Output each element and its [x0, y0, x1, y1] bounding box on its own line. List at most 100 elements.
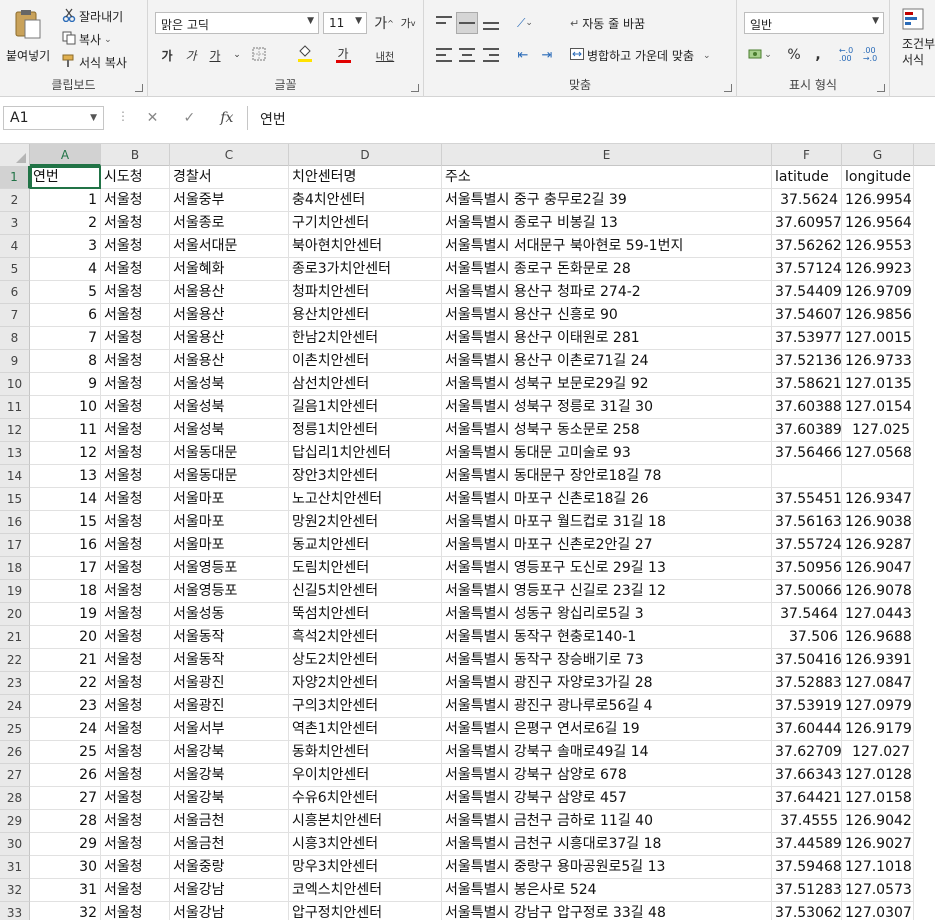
cell-e26[interactable]: 서울특별시 강북구 솔매로49길 14 [442, 741, 772, 764]
cell-b22[interactable]: 서울청 [101, 649, 170, 672]
cell-c1[interactable]: 경찰서 [170, 166, 289, 189]
formula-input[interactable]: 연번 [247, 106, 935, 130]
cell-d30[interactable]: 시흥3치안센터 [289, 833, 442, 856]
cell-c18[interactable]: 서울영등포 [170, 557, 289, 580]
cell-c26[interactable]: 서울강북 [170, 741, 289, 764]
cell-b7[interactable]: 서울청 [101, 304, 170, 327]
cell-b15[interactable]: 서울청 [101, 488, 170, 511]
font-size-combo[interactable]: 11 ▼ [323, 12, 367, 34]
cell-d17[interactable]: 동교치안센터 [289, 534, 442, 557]
cell-g4[interactable]: 126.9553 [842, 235, 914, 258]
phonetic-button[interactable]: 내천 [374, 44, 396, 66]
column-header-f[interactable]: F [772, 144, 842, 166]
cell-a7[interactable]: 6 [30, 304, 101, 327]
cell-g10[interactable]: 127.0135 [842, 373, 914, 396]
font-color-button[interactable]: 가 [332, 44, 354, 66]
cell-b12[interactable]: 서울청 [101, 419, 170, 442]
clipboard-launcher-icon[interactable] [135, 84, 143, 92]
cell-b2[interactable]: 서울청 [101, 189, 170, 212]
cell-d24[interactable]: 구의3치안센터 [289, 695, 442, 718]
cell-a14[interactable]: 13 [30, 465, 101, 488]
cell-g27[interactable]: 127.0128 [842, 764, 914, 787]
cell-g25[interactable]: 126.9179 [842, 718, 914, 741]
row-header[interactable]: 18 [0, 557, 30, 580]
cell-c2[interactable]: 서울중부 [170, 189, 289, 212]
alignment-launcher-icon[interactable] [724, 84, 732, 92]
cell-f9[interactable]: 37.52136 [772, 350, 842, 373]
column-header-g[interactable]: G [842, 144, 914, 166]
cell-b23[interactable]: 서울청 [101, 672, 170, 695]
cell-b28[interactable]: 서울청 [101, 787, 170, 810]
number-format-combo[interactable]: 일반 ▼ [744, 12, 884, 34]
cell-c7[interactable]: 서울용산 [170, 304, 289, 327]
cell-b31[interactable]: 서울청 [101, 856, 170, 879]
cell-f18[interactable]: 37.50956 [772, 557, 842, 580]
decrease-decimal-button[interactable]: .00 →.0 [859, 44, 881, 66]
cell-e17[interactable]: 서울특별시 마포구 신촌로2안길 27 [442, 534, 772, 557]
row-header[interactable]: 14 [0, 465, 30, 488]
font-launcher-icon[interactable] [411, 84, 419, 92]
decrease-indent-button[interactable]: ⇤ [512, 44, 534, 66]
cell-c24[interactable]: 서울광진 [170, 695, 289, 718]
row-header[interactable]: 5 [0, 258, 30, 281]
cell-f19[interactable]: 37.50066 [772, 580, 842, 603]
cell-c27[interactable]: 서울강북 [170, 764, 289, 787]
cell-e33[interactable]: 서울특별시 강남구 압구정로 33길 48 [442, 902, 772, 920]
format-painter-button[interactable]: 서식 복사 [62, 54, 127, 71]
align-left-button[interactable] [433, 44, 455, 66]
cell-g8[interactable]: 127.0015 [842, 327, 914, 350]
cell-g6[interactable]: 126.9709 [842, 281, 914, 304]
cell-c14[interactable]: 서울동대문 [170, 465, 289, 488]
cell-g5[interactable]: 126.9923 [842, 258, 914, 281]
increase-decimal-button[interactable]: ←.0.00 [835, 44, 857, 66]
cell-e24[interactable]: 서울특별시 광진구 광나루로56길 4 [442, 695, 772, 718]
cell-g11[interactable]: 127.0154 [842, 396, 914, 419]
cell-c17[interactable]: 서울마포 [170, 534, 289, 557]
cell-d33[interactable]: 압구정치안센터 [289, 902, 442, 920]
cell-g24[interactable]: 127.0979 [842, 695, 914, 718]
cell-a15[interactable]: 14 [30, 488, 101, 511]
cell-f14[interactable] [772, 465, 842, 488]
cell-f33[interactable]: 37.53062 [772, 902, 842, 920]
italic-button[interactable]: 가 [180, 44, 202, 66]
cell-a6[interactable]: 5 [30, 281, 101, 304]
cell-b5[interactable]: 서울청 [101, 258, 170, 281]
cell-a22[interactable]: 21 [30, 649, 101, 672]
cell-e1[interactable]: 주소 [442, 166, 772, 189]
cell-e7[interactable]: 서울특별시 용산구 신흥로 90 [442, 304, 772, 327]
number-launcher-icon[interactable] [877, 84, 885, 92]
column-header-b[interactable]: B [101, 144, 170, 166]
cell-c25[interactable]: 서울서부 [170, 718, 289, 741]
row-header[interactable]: 30 [0, 833, 30, 856]
cell-f11[interactable]: 37.60388 [772, 396, 842, 419]
cell-a5[interactable]: 4 [30, 258, 101, 281]
cell-c19[interactable]: 서울영등포 [170, 580, 289, 603]
enter-icon[interactable]: ✓ [183, 110, 195, 126]
cell-d29[interactable]: 시흥본치안센터 [289, 810, 442, 833]
cell-g23[interactable]: 127.0847 [842, 672, 914, 695]
cell-c15[interactable]: 서울마포 [170, 488, 289, 511]
cell-d2[interactable]: 충4치안센터 [289, 189, 442, 212]
font-name-combo[interactable]: 맑은 고딕 ▼ [155, 12, 319, 34]
cell-c33[interactable]: 서울강남 [170, 902, 289, 920]
cell-a23[interactable]: 22 [30, 672, 101, 695]
cell-a30[interactable]: 29 [30, 833, 101, 856]
cell-b26[interactable]: 서울청 [101, 741, 170, 764]
cell-a4[interactable]: 3 [30, 235, 101, 258]
cell-g18[interactable]: 126.9047 [842, 557, 914, 580]
insert-function-icon[interactable]: fx [220, 110, 233, 126]
cell-b11[interactable]: 서울청 [101, 396, 170, 419]
cell-a2[interactable]: 1 [30, 189, 101, 212]
underline-button[interactable]: 가 [204, 44, 226, 66]
cell-a12[interactable]: 11 [30, 419, 101, 442]
accounting-format-button[interactable]: ⌄ [745, 44, 775, 66]
cell-a27[interactable]: 26 [30, 764, 101, 787]
row-header[interactable]: 16 [0, 511, 30, 534]
column-header-a[interactable]: A [30, 144, 101, 166]
increase-indent-button[interactable]: ⇥ [536, 44, 558, 66]
cell-g14[interactable] [842, 465, 914, 488]
cell-f27[interactable]: 37.66343 [772, 764, 842, 787]
cell-g33[interactable]: 127.0307 [842, 902, 914, 920]
cell-e5[interactable]: 서울특별시 종로구 돈화문로 28 [442, 258, 772, 281]
shrink-font-button[interactable]: 가v [397, 12, 419, 34]
